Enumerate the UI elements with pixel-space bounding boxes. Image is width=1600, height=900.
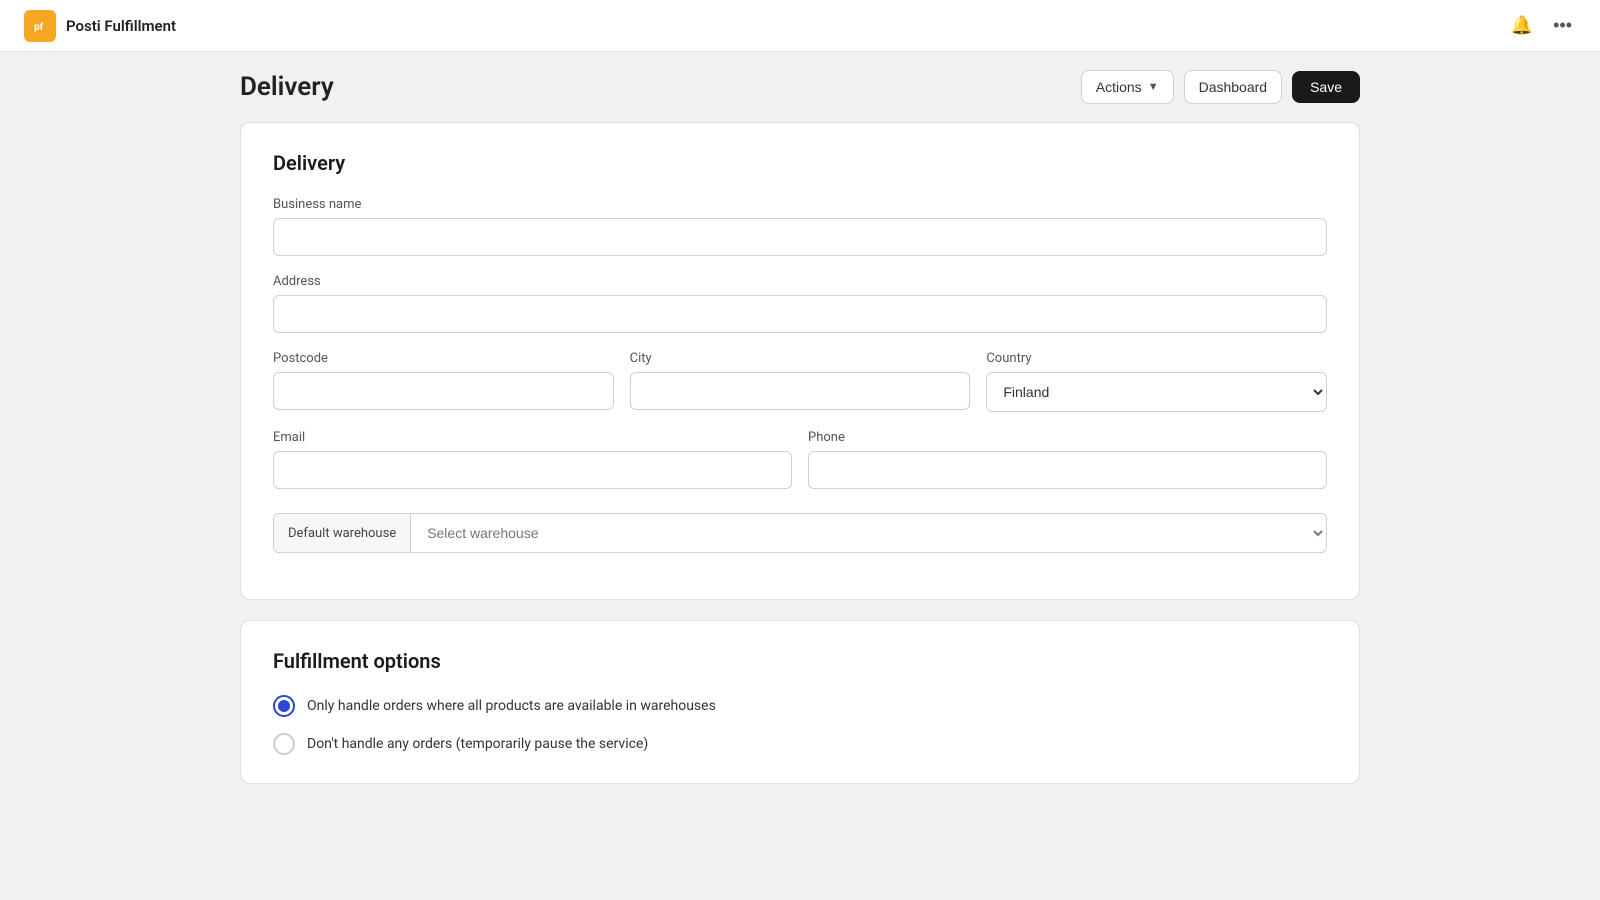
warehouse-row: Default warehouse Select warehouse — [273, 513, 1327, 553]
top-bar-left: pf Posti Fulfillment — [24, 10, 176, 42]
radio-option2-indicator — [273, 733, 295, 755]
svg-text:pf: pf — [34, 22, 44, 33]
email-phone-row: Email Phone — [273, 430, 1327, 507]
country-select[interactable]: Finland Sweden Norway Denmark Estonia — [986, 372, 1327, 412]
phone-input[interactable] — [808, 451, 1327, 489]
warehouse-label: Default warehouse — [274, 514, 411, 552]
warehouse-select[interactable]: Select warehouse — [411, 514, 1326, 552]
actions-button[interactable]: Actions ▼ — [1081, 70, 1174, 104]
postcode-group: Postcode — [273, 351, 614, 412]
email-input[interactable] — [273, 451, 792, 489]
dashboard-button[interactable]: Dashboard — [1184, 70, 1283, 104]
country-label: Country — [986, 351, 1327, 366]
top-bar-right: 🔔 ••• — [1507, 11, 1576, 40]
top-bar: pf Posti Fulfillment 🔔 ••• — [0, 0, 1600, 52]
phone-label: Phone — [808, 430, 1327, 445]
page-title: Delivery — [240, 72, 334, 102]
app-name: Posti Fulfillment — [66, 17, 176, 35]
more-options-button[interactable]: ••• — [1549, 11, 1576, 40]
fulfillment-option2[interactable]: Don't handle any orders (temporarily pau… — [273, 733, 1327, 755]
fulfillment-radio-group: Only handle orders where all products ar… — [273, 695, 1327, 755]
delivery-card-title: Delivery — [273, 151, 1327, 175]
main-content: Delivery Business name Address Postcode … — [0, 122, 1600, 900]
postcode-label: Postcode — [273, 351, 614, 366]
save-button[interactable]: Save — [1292, 71, 1360, 103]
city-input[interactable] — [630, 372, 971, 410]
warehouse-group: Default warehouse Select warehouse — [273, 513, 1327, 553]
address-input[interactable] — [273, 295, 1327, 333]
radio-option1-indicator — [273, 695, 295, 717]
business-name-group: Business name — [273, 197, 1327, 256]
notifications-button[interactable]: 🔔 — [1507, 11, 1537, 40]
business-name-input[interactable] — [273, 218, 1327, 256]
fulfillment-card: Fulfillment options Only handle orders w… — [240, 620, 1360, 784]
chevron-down-icon: ▼ — [1148, 81, 1159, 93]
business-name-label: Business name — [273, 197, 1327, 212]
email-label: Email — [273, 430, 792, 445]
header-actions: Actions ▼ Dashboard Save — [1081, 70, 1360, 104]
delivery-card: Delivery Business name Address Postcode … — [240, 122, 1360, 600]
postcode-input[interactable] — [273, 372, 614, 410]
email-group: Email — [273, 430, 792, 489]
postcode-city-country-row: Postcode City Country Finland Sweden Nor… — [273, 351, 1327, 430]
city-label: City — [630, 351, 971, 366]
city-group: City — [630, 351, 971, 412]
fulfillment-option2-label: Don't handle any orders (temporarily pau… — [307, 736, 648, 752]
phone-group: Phone — [808, 430, 1327, 489]
header-row: Delivery Actions ▼ Dashboard Save — [0, 52, 1600, 122]
address-label: Address — [273, 274, 1327, 289]
app-icon: pf — [24, 10, 56, 42]
fulfillment-card-title: Fulfillment options — [273, 649, 1327, 673]
address-group: Address — [273, 274, 1327, 333]
fulfillment-option1[interactable]: Only handle orders where all products ar… — [273, 695, 1327, 717]
fulfillment-option1-label: Only handle orders where all products ar… — [307, 698, 716, 714]
country-group: Country Finland Sweden Norway Denmark Es… — [986, 351, 1327, 412]
